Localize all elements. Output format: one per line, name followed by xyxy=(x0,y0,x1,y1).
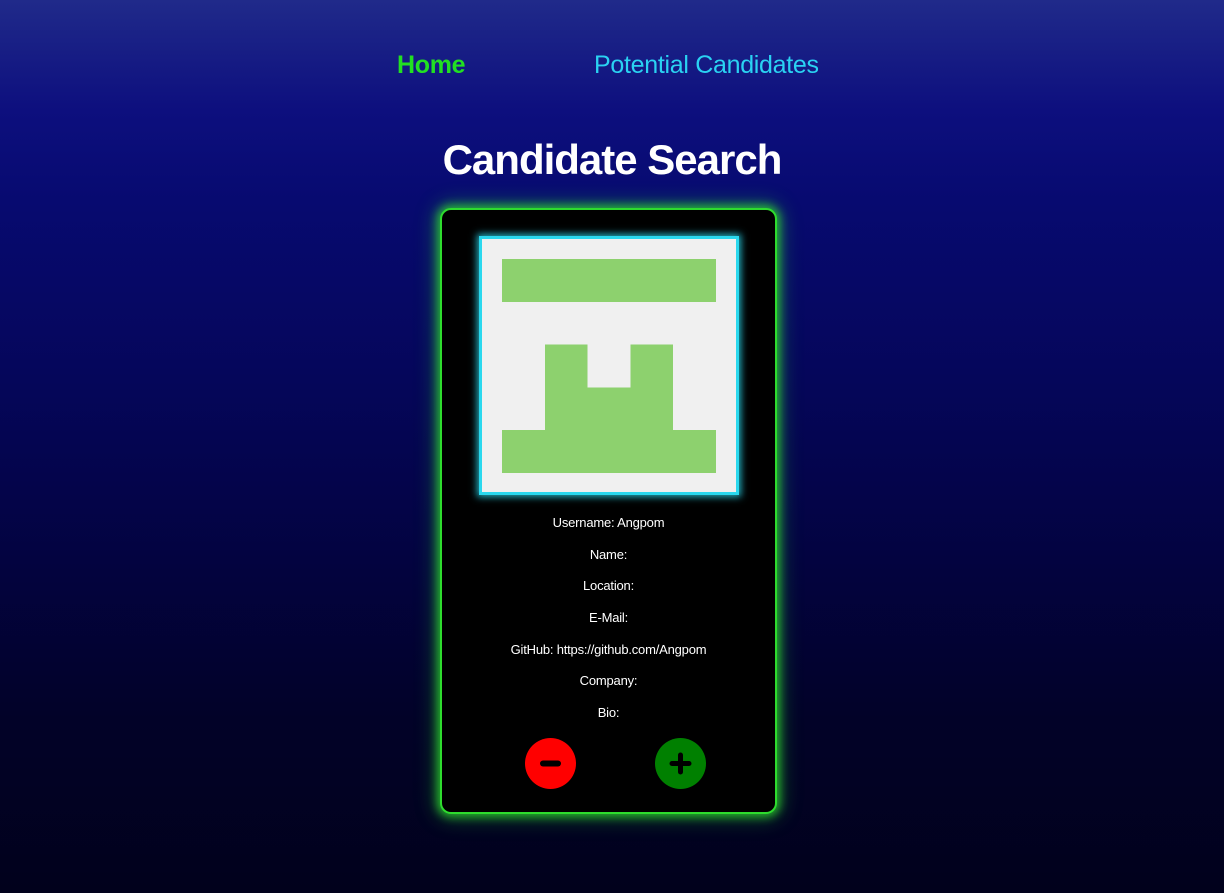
plus-icon xyxy=(669,752,692,775)
candidate-username: Username: Angpom xyxy=(552,515,665,530)
nav-home-link[interactable]: Home xyxy=(397,48,466,82)
save-candidate-button[interactable] xyxy=(655,738,706,789)
candidate-github: GitHub: https://github.com/Angpom xyxy=(510,641,707,657)
top-nav: Home Potential Candidates xyxy=(0,48,1224,84)
page-title: Candidate Search xyxy=(442,136,783,183)
candidate-avatar xyxy=(479,236,739,495)
candidate-bio: Bio: xyxy=(597,705,620,721)
reject-candidate-button[interactable] xyxy=(525,738,576,789)
candidate-email: E-Mail: xyxy=(588,610,629,626)
candidate-company: Company: xyxy=(579,673,638,689)
candidate-card: Username: Angpom Name: Location: E-Mail:… xyxy=(440,208,777,814)
nav-potential-candidates-link[interactable]: Potential Candidates xyxy=(594,48,819,82)
minus-icon xyxy=(540,760,561,767)
candidate-name: Name: xyxy=(589,546,628,562)
candidate-details: Username: Angpom Name: Location: E-Mail:… xyxy=(442,508,775,730)
identicon-avatar-image xyxy=(502,259,716,473)
candidate-location: Location: xyxy=(583,578,634,594)
